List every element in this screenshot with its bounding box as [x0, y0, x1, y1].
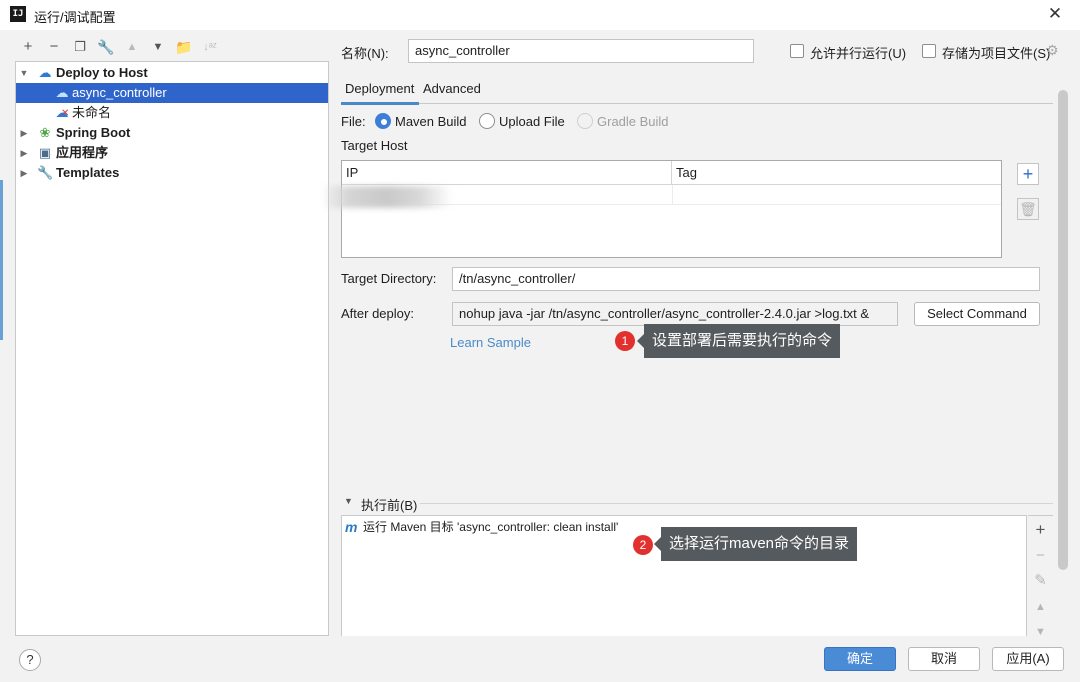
chevron-right-icon[interactable]: ▶: [18, 143, 30, 163]
apply-button[interactable]: 应用(A): [992, 647, 1064, 671]
wrench-icon: 🔧: [37, 165, 54, 180]
tree-item-templates[interactable]: ▶ 🔧 Templates: [16, 163, 328, 183]
tree-item-label: Spring Boot: [56, 125, 131, 140]
help-button[interactable]: ?: [19, 649, 41, 671]
upload-file-radio[interactable]: [479, 113, 495, 129]
annotation-tooltip: 设置部署后需要执行的命令: [636, 324, 841, 358]
add-host-button[interactable]: +: [1017, 163, 1039, 185]
form-scrollbar[interactable]: [1058, 90, 1068, 570]
copy-icon[interactable]: ❐: [71, 38, 89, 56]
active-tab-indicator: [341, 102, 419, 105]
after-deploy-input[interactable]: nohup java -jar /tn/async_controller/asy…: [452, 302, 898, 326]
arrow-down-icon[interactable]: ▼: [1031, 623, 1050, 642]
learn-sample-link[interactable]: Learn Sample: [450, 335, 531, 350]
before-launch-separator: [420, 503, 1053, 504]
chevron-down-icon[interactable]: ▼: [344, 496, 353, 506]
name-input[interactable]: async_controller: [408, 39, 754, 63]
intellij-logo-icon: IJ: [10, 6, 26, 22]
tree-item-label: async_controller: [72, 85, 167, 100]
ok-button[interactable]: 确定: [824, 647, 896, 671]
tree-item-label: Deploy to Host: [56, 65, 148, 80]
before-launch-item-label: 运行 Maven 目标 'async_controller: clean ins…: [363, 520, 619, 534]
allow-parallel-checkbox[interactable]: [790, 44, 804, 58]
arrow-down-icon[interactable]: ▼: [149, 38, 167, 56]
background-window-edge: [0, 180, 3, 340]
wrench-icon[interactable]: 🔧: [97, 38, 115, 56]
add-icon[interactable]: +: [1031, 520, 1050, 539]
name-label: 名称(N):: [341, 46, 389, 61]
close-icon[interactable]: ✕: [1046, 5, 1064, 23]
tree-item-deploy-to-host[interactable]: ▼ ☁ Deploy to Host: [16, 63, 328, 83]
maven-build-label: Maven Build: [395, 114, 467, 129]
file-label: File:: [341, 114, 366, 129]
tree-item-label: Templates: [56, 165, 120, 180]
annotation-badge: 1: [615, 331, 635, 351]
redacted-ip: [322, 186, 452, 208]
maven-icon: m: [345, 519, 358, 535]
spring-boot-icon: ❀: [39, 125, 51, 140]
target-host-label: Target Host: [341, 138, 408, 153]
tab-deployment[interactable]: Deployment: [345, 80, 414, 104]
before-launch-toolbar: + − ✎ ▲ ▼: [1028, 515, 1053, 638]
upload-file-label: Upload File: [499, 114, 565, 129]
edit-icon[interactable]: ✎: [1031, 571, 1050, 590]
annotation-tooltip: 选择运行maven命令的目录: [653, 527, 858, 561]
add-icon[interactable]: +: [19, 38, 37, 56]
column-header-ip[interactable]: IP: [342, 161, 672, 185]
tree-item-spring-boot[interactable]: ▶ ❀ Spring Boot: [16, 123, 328, 143]
before-launch-header[interactable]: 执行前(B): [361, 495, 417, 514]
select-command-button[interactable]: Select Command: [914, 302, 1040, 326]
tree-item-label: 未命名: [72, 105, 112, 120]
cloud-upload-icon: ☁: [38, 65, 52, 80]
trash-icon[interactable]: 🗑: [1017, 198, 1039, 220]
remove-icon[interactable]: −: [45, 38, 63, 56]
target-directory-input[interactable]: /tn/async_controller/: [452, 267, 1040, 291]
tree-item-label: 应用程序: [56, 145, 109, 160]
tree-item-application[interactable]: ▶ ▣ 应用程序: [16, 143, 328, 163]
chevron-down-icon[interactable]: ▼: [18, 63, 30, 83]
application-icon: ▣: [38, 145, 52, 160]
window-title: 运行/调试配置: [34, 10, 116, 25]
configuration-tree: ▼ ☁ Deploy to Host ☁ async_controller ☁ ✕…: [15, 61, 329, 636]
column-divider: [672, 185, 673, 205]
arrow-up-icon[interactable]: ▲: [1031, 598, 1050, 617]
tab-advanced[interactable]: Advanced: [423, 80, 481, 104]
allow-parallel-label: 允许并行运行(U): [810, 46, 907, 61]
gradle-build-radio[interactable]: [577, 113, 593, 129]
tree-item-unnamed[interactable]: ☁ ✕ 未命名: [16, 103, 328, 123]
gradle-build-label: Gradle Build: [597, 114, 669, 129]
arrow-up-icon[interactable]: ▲: [123, 38, 141, 56]
gear-icon[interactable]: ⚙: [1046, 42, 1059, 59]
sort-icon[interactable]: ↓ᵃᶻ: [201, 38, 219, 56]
annotation-badge: 2: [633, 535, 653, 555]
cloud-upload-icon: ☁: [55, 85, 69, 100]
after-deploy-label: After deploy:: [341, 306, 414, 321]
chevron-right-icon[interactable]: ▶: [18, 163, 30, 183]
store-as-file-checkbox[interactable]: [922, 44, 936, 58]
tabs-divider: [341, 103, 1053, 104]
folder-icon[interactable]: 📁: [175, 38, 193, 56]
store-as-file-label: 存储为项目文件(S): [942, 46, 1051, 61]
cancel-button[interactable]: 取消: [908, 647, 980, 671]
tree-item-async-controller[interactable]: ☁ async_controller: [16, 83, 328, 103]
cloud-upload-error-icon: ☁ ✕: [55, 105, 70, 120]
maven-build-radio[interactable]: [375, 113, 391, 129]
target-host-table[interactable]: IP Tag: [341, 160, 1002, 258]
title-bar: IJ 运行/调试配置 ✕: [0, 0, 1080, 30]
chevron-right-icon[interactable]: ▶: [18, 123, 30, 143]
remove-icon[interactable]: −: [1031, 546, 1050, 565]
target-directory-label: Target Directory:: [341, 271, 437, 286]
column-header-tag[interactable]: Tag: [672, 161, 1001, 185]
